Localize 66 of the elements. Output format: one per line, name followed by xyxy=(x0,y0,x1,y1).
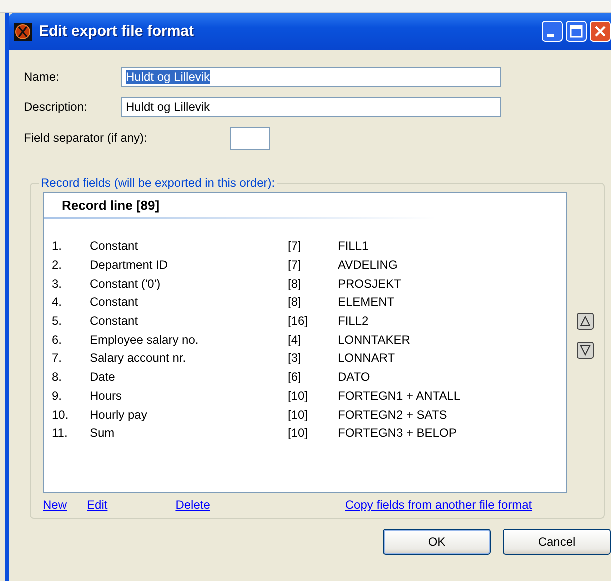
field-length: [6] xyxy=(288,370,302,384)
field-code: PROSJEKT xyxy=(338,276,402,291)
field-code: DATO xyxy=(338,370,370,384)
field-length: [7] xyxy=(288,258,302,272)
field-name: Date xyxy=(90,370,116,384)
separator-field[interactable] xyxy=(230,126,270,150)
field-name: Sum xyxy=(90,426,116,440)
field-code: LONNART xyxy=(338,351,396,366)
field-name: Department ID xyxy=(90,258,170,272)
row-number: 2. xyxy=(52,258,64,272)
field-length: [4] xyxy=(288,332,302,347)
field-name: Constant xyxy=(90,239,140,254)
field-code: ELEMENT xyxy=(338,295,395,310)
minimize-icon[interactable] xyxy=(542,21,563,42)
row-number: 4. xyxy=(52,295,64,310)
field-name: Constant ('0') xyxy=(90,276,162,291)
text-field[interactable]: Huldt og Lillevik xyxy=(121,97,501,117)
field-name: Hours xyxy=(90,388,124,403)
field-length: [3] xyxy=(288,351,302,366)
field-length: [16] xyxy=(288,314,310,328)
field-code: FORTEGN3 + BELOP xyxy=(338,426,457,440)
field-length: [10] xyxy=(288,408,310,422)
field-label: Description: xyxy=(24,100,88,114)
field-length: [10] xyxy=(288,426,310,440)
dialog-button[interactable]: Cancel xyxy=(503,529,611,555)
field-code: AVDELING xyxy=(338,258,398,272)
field-code: FORTEGN1 + ANTALL xyxy=(338,388,461,403)
row-number: 10. xyxy=(52,408,70,422)
field-code: FORTEGN2 + SATS xyxy=(338,408,448,422)
field-length: [8] xyxy=(288,295,302,310)
row-number: 5. xyxy=(52,314,64,328)
row-number: 3. xyxy=(52,276,64,291)
copy-fields-link[interactable]: Copy fields from another file format xyxy=(345,498,532,512)
field-code: LONNTAKER xyxy=(338,332,410,347)
list-header: Record line [89] xyxy=(44,193,566,219)
text-field[interactable]: Huldt og Lillevik xyxy=(121,67,501,87)
close-icon[interactable] xyxy=(590,21,611,42)
group-label: Record fields (will be exported in this order): xyxy=(40,176,276,190)
action-link[interactable]: Delete xyxy=(176,498,210,512)
field-name: Hourly pay xyxy=(90,408,148,422)
row-number: 7. xyxy=(52,351,64,366)
field-name: Salary account nr. xyxy=(90,351,188,366)
maximize-icon[interactable] xyxy=(566,21,587,42)
field-label: Name: xyxy=(24,70,60,84)
field-code: FILL1 xyxy=(338,239,369,254)
dialog-button[interactable]: OK xyxy=(383,529,491,555)
field-name: Employee salary no. xyxy=(90,332,200,347)
field-length: [8] xyxy=(288,276,302,291)
move-down-icon[interactable] xyxy=(577,342,594,359)
action-link[interactable]: Edit xyxy=(87,498,108,512)
row-number: 11. xyxy=(52,426,69,440)
row-number: 9. xyxy=(52,388,64,403)
row-number: 1. xyxy=(52,239,64,254)
row-number: 6. xyxy=(52,332,64,347)
window-title: Edit export file format xyxy=(39,23,194,40)
field-length: [10] xyxy=(288,388,310,403)
field-label: Field separator (if any): xyxy=(24,131,148,145)
field-code: FILL2 xyxy=(338,314,369,328)
action-link[interactable]: New xyxy=(43,498,68,512)
field-length: [7] xyxy=(288,239,302,254)
move-up-icon[interactable] xyxy=(577,313,594,330)
row-number: 8. xyxy=(52,370,64,384)
app-logo-icon xyxy=(14,22,32,40)
record-list[interactable] xyxy=(43,192,567,493)
field-name: Constant xyxy=(90,314,140,328)
field-name: Constant xyxy=(90,295,140,310)
